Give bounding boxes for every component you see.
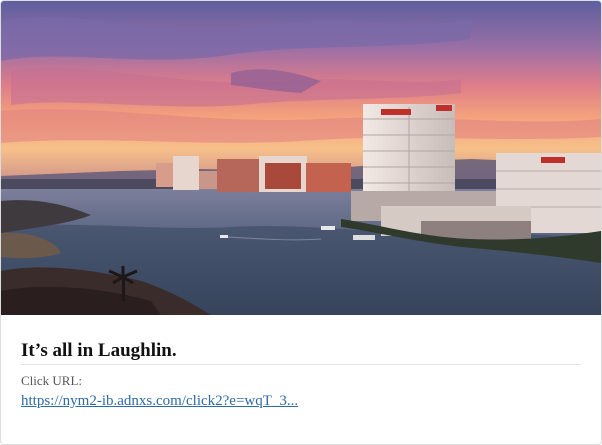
ad-card: It’s all in Laughlin. Click URL: https:/… bbox=[0, 0, 602, 445]
click-url-link[interactable]: https://nym2-ib.adnxs.com/click2?e=wqT_3… bbox=[21, 393, 298, 410]
hero-image[interactable] bbox=[1, 1, 601, 315]
ad-body: It’s all in Laughlin. Click URL: https:/… bbox=[21, 315, 581, 410]
ad-headline: It’s all in Laughlin. bbox=[21, 341, 581, 365]
click-url-label: Click URL: bbox=[21, 373, 83, 388]
